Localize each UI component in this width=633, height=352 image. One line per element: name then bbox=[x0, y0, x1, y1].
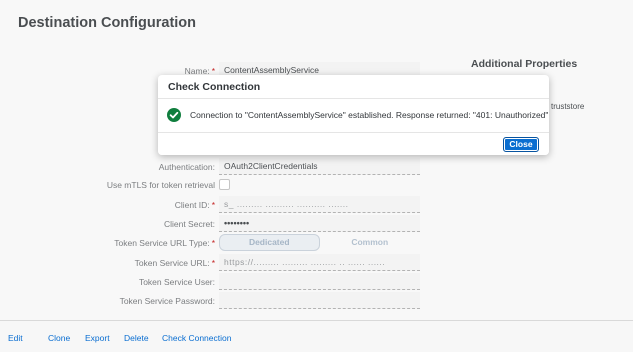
success-icon bbox=[167, 108, 181, 122]
check-connection-dialog: Check Connection Connection to "ContentA… bbox=[158, 75, 549, 155]
close-button[interactable]: Close bbox=[503, 137, 539, 152]
dialog-message: Connection to "ContentAssemblyService" e… bbox=[190, 110, 549, 120]
dialog-header: Check Connection bbox=[158, 75, 549, 99]
dialog-title: Check Connection bbox=[168, 81, 261, 93]
export-button[interactable]: Export bbox=[85, 333, 110, 343]
clone-button[interactable]: Clone bbox=[48, 333, 70, 343]
footer-toolbar: Edit Clone Export Delete Check Connectio… bbox=[0, 320, 633, 352]
modal-overlay bbox=[0, 0, 633, 320]
edit-button[interactable]: Edit bbox=[8, 333, 23, 343]
delete-button[interactable]: Delete bbox=[124, 333, 149, 343]
dialog-footer: Close bbox=[158, 132, 549, 155]
check-connection-button[interactable]: Check Connection bbox=[162, 333, 231, 343]
dialog-body: Connection to "ContentAssemblyService" e… bbox=[158, 100, 549, 132]
